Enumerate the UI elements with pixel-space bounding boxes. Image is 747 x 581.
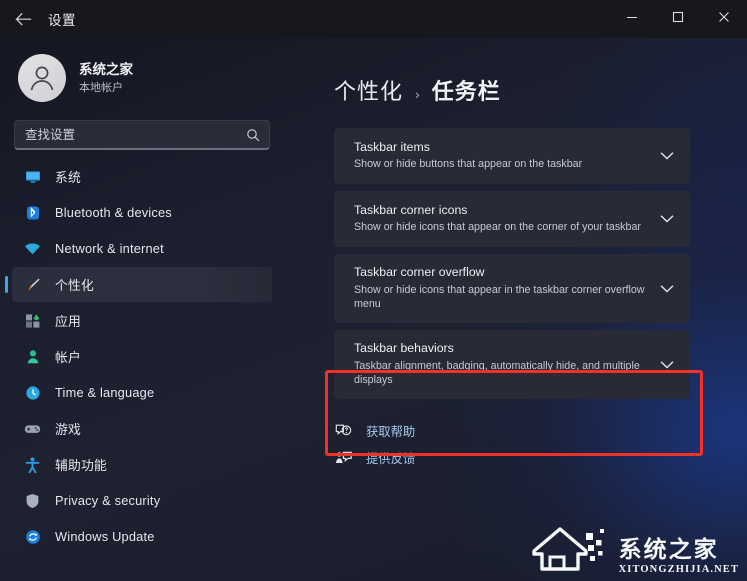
help-icon xyxy=(334,422,352,440)
sidebar-item-privacy-security[interactable]: Privacy & security xyxy=(12,483,272,518)
search-input[interactable] xyxy=(15,127,269,142)
card-subtitle: Show or hide buttons that appear on the … xyxy=(354,158,583,171)
minimize-button[interactable] xyxy=(609,0,655,38)
sidebar-item-personalization[interactable]: 个性化 xyxy=(5,267,272,302)
sidebar-item-label: Windows Update xyxy=(55,529,155,544)
watermark-cn: 系统之家 xyxy=(618,537,719,563)
watermark-text: 系统之家 XITONGZHIJIA.NET xyxy=(618,537,739,576)
clock-icon xyxy=(24,384,41,401)
paintbrush-icon xyxy=(24,276,41,293)
main-content: 个性化 › 任务栏 Taskbar items Show or hide but… xyxy=(284,38,747,581)
sidebar-item-system[interactable]: 系统 xyxy=(12,159,272,194)
title-bar: 设置 xyxy=(0,0,747,38)
card-taskbar-corner-overflow[interactable]: Taskbar corner overflow Show or hide ico… xyxy=(334,254,690,324)
breadcrumb-parent[interactable]: 个性化 xyxy=(334,74,403,106)
sidebar-item-accounts[interactable]: 帐户 xyxy=(12,339,272,374)
breadcrumb: 个性化 › 任务栏 xyxy=(284,38,747,106)
search-icon[interactable] xyxy=(246,128,260,142)
minimize-icon xyxy=(626,10,638,28)
chevron-down-icon[interactable] xyxy=(660,360,674,369)
card-title: Taskbar corner overflow xyxy=(354,265,485,279)
watermark: 系统之家 XITONGZHIJIA.NET xyxy=(530,521,739,575)
close-button[interactable] xyxy=(701,0,747,38)
page-title: 任务栏 xyxy=(431,79,501,104)
accessibility-icon xyxy=(24,456,41,473)
card-subtitle: Show or hide icons that appear in the ta… xyxy=(354,283,645,311)
link-get-help[interactable]: 获取帮助 xyxy=(334,417,747,444)
shield-icon xyxy=(24,492,41,509)
chevron-down-icon[interactable] xyxy=(660,152,674,161)
close-icon xyxy=(718,10,730,28)
link-label: 提供反馈 xyxy=(366,451,416,466)
sidebar-item-label: Time & language xyxy=(55,385,155,400)
profile-name: 系统之家 xyxy=(79,62,133,78)
update-icon xyxy=(24,528,41,545)
link-give-feedback[interactable]: 提供反馈 xyxy=(334,444,747,471)
sidebar-item-accessibility[interactable]: 辅助功能 xyxy=(12,447,272,482)
user-profile[interactable]: 系统之家 本地帐户 xyxy=(0,38,284,116)
user-avatar-icon xyxy=(25,61,59,95)
help-links: 获取帮助 提供反馈 xyxy=(284,417,747,471)
sidebar-item-gaming[interactable]: 游戏 xyxy=(12,411,272,446)
bluetooth-icon xyxy=(24,204,41,221)
avatar xyxy=(18,54,66,102)
sidebar-item-label: 游戏 xyxy=(55,422,81,437)
breadcrumb-separator-icon: › xyxy=(415,86,420,102)
sidebar-item-label: 个性化 xyxy=(55,278,94,293)
sidebar-item-windows-update[interactable]: Windows Update xyxy=(12,519,272,554)
sidebar-nav: 系统 Bluetooth & devices Network & interne… xyxy=(0,159,284,554)
sidebar-item-network-internet[interactable]: Network & internet xyxy=(12,231,272,266)
sidebar-item-label: 辅助功能 xyxy=(55,458,107,473)
card-title: Taskbar corner icons xyxy=(354,202,468,217)
sidebar-item-label: 帐户 xyxy=(55,350,81,365)
sidebar-item-label: Network & internet xyxy=(55,241,164,256)
maximize-icon xyxy=(672,10,684,28)
sidebar-item-label: Bluetooth & devices xyxy=(55,205,172,220)
card-title: Taskbar behaviors xyxy=(354,341,454,356)
maximize-button[interactable] xyxy=(655,0,701,38)
sidebar-item-label: 应用 xyxy=(55,314,81,329)
feedback-icon xyxy=(334,449,352,467)
back-arrow-icon xyxy=(14,12,32,27)
card-taskbar-items[interactable]: Taskbar items Show or hide buttons that … xyxy=(334,128,690,184)
profile-subtitle: 本地帐户 xyxy=(79,81,123,94)
sidebar: 系统之家 本地帐户 查找设置 系统 Bluetooth & devices Ne… xyxy=(0,38,284,581)
chevron-down-icon[interactable] xyxy=(660,284,674,293)
xitongzhijia-logo-icon xyxy=(530,521,612,575)
card-title: Taskbar items xyxy=(354,139,430,154)
wifi-icon xyxy=(24,240,41,257)
sidebar-item-label: Privacy & security xyxy=(55,493,161,508)
back-button[interactable] xyxy=(0,0,46,38)
profile-text: 系统之家 本地帐户 xyxy=(79,61,133,95)
chevron-down-icon[interactable] xyxy=(660,215,674,224)
sidebar-item-apps[interactable]: 应用 xyxy=(12,303,272,338)
sidebar-item-bluetooth-devices[interactable]: Bluetooth & devices xyxy=(12,195,272,230)
card-taskbar-corner-icons[interactable]: Taskbar corner icons Show or hide icons … xyxy=(334,191,690,247)
search-box[interactable] xyxy=(14,120,270,150)
settings-window: 设置 系统之家 本地帐户 查找设置 系统 Bluetooth & devices… xyxy=(0,0,747,581)
sidebar-item-time-language[interactable]: Time & language xyxy=(12,375,272,410)
account-icon xyxy=(24,348,41,365)
settings-card-list: Taskbar items Show or hide buttons that … xyxy=(284,128,747,400)
card-subtitle: Show or hide icons that appear on the co… xyxy=(354,221,641,234)
sidebar-item-label: 系统 xyxy=(55,170,81,185)
link-label: 获取帮助 xyxy=(366,424,416,439)
monitor-icon xyxy=(24,168,41,185)
search-container xyxy=(0,116,284,150)
apps-icon xyxy=(24,312,41,329)
card-subtitle: Taskbar alignment, badging, automaticall… xyxy=(354,359,640,387)
card-taskbar-behaviors[interactable]: Taskbar behaviors Taskbar alignment, bad… xyxy=(334,330,690,400)
window-title: 设置 xyxy=(48,13,76,28)
watermark-en: XITONGZHIJIA.NET xyxy=(618,564,739,575)
gamepad-icon xyxy=(24,420,41,437)
